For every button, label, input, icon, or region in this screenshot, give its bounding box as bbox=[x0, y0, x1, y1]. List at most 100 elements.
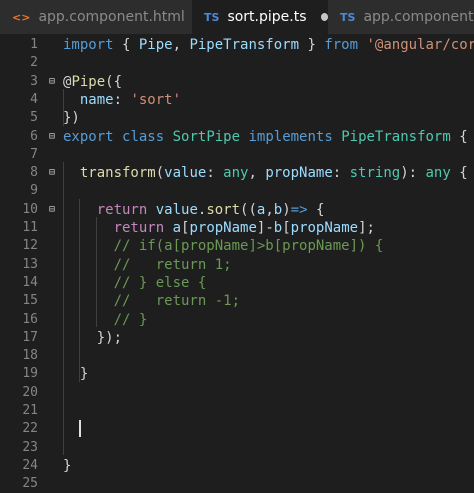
code-token: transform bbox=[79, 165, 156, 182]
code-token: any bbox=[425, 165, 451, 182]
code-line[interactable]: 11 return a[propName]-b[propName]; bbox=[0, 219, 474, 237]
code-token: { bbox=[450, 128, 468, 145]
code-line[interactable]: 18 bbox=[0, 347, 474, 365]
code-line[interactable]: 3 ⊟ @Pipe({ bbox=[0, 73, 474, 91]
code-token: implements bbox=[248, 128, 333, 145]
code-text: return a[propName]-b[propName]; bbox=[63, 219, 375, 237]
code-line[interactable]: 21 bbox=[0, 402, 474, 420]
code-line[interactable]: 2 bbox=[0, 54, 474, 72]
tab-app-component-ts[interactable]: TS app.component.ts bbox=[328, 0, 474, 34]
code-text: }); bbox=[63, 329, 122, 347]
code-token: } bbox=[79, 366, 89, 383]
line-number: 13 bbox=[22, 256, 38, 272]
line-number: 2 bbox=[30, 55, 38, 71]
code-token: }); bbox=[96, 329, 123, 346]
code-token: return bbox=[96, 201, 148, 218]
fold-toggle-icon[interactable]: ⊟ bbox=[46, 201, 58, 219]
code-token: PipeTransform bbox=[189, 37, 300, 53]
code-text: transform(value: any, propName: string):… bbox=[63, 164, 468, 182]
line-number: 7 bbox=[30, 146, 38, 162]
code-line[interactable]: 17 }); bbox=[0, 329, 474, 347]
unsaved-changes-dot-icon[interactable] bbox=[320, 13, 328, 21]
code-line[interactable]: 1 import { Pipe, PipeTransform } from '@a… bbox=[0, 36, 474, 54]
tab-app-component-html[interactable]: <> app.component.html bbox=[0, 0, 192, 34]
line-number: 20 bbox=[22, 384, 38, 400]
code-line[interactable]: 9 bbox=[0, 182, 474, 200]
code-token: [ bbox=[282, 220, 291, 236]
code-token: propName bbox=[290, 220, 359, 236]
code-token: import bbox=[63, 37, 114, 53]
line-number: 22 bbox=[22, 421, 38, 437]
line-number: 23 bbox=[22, 439, 38, 455]
code-text: return value.sort((a,b)=> { bbox=[63, 201, 325, 219]
code-token: : bbox=[113, 91, 131, 108]
code-line[interactable]: 19 } bbox=[0, 365, 474, 383]
code-line[interactable]: 16 // } bbox=[0, 311, 474, 329]
code-line[interactable]: 13 // return 1; bbox=[0, 256, 474, 274]
line-number: 16 bbox=[22, 311, 38, 327]
tab-label: app.component.ts bbox=[363, 9, 474, 25]
line-number: 24 bbox=[22, 457, 38, 473]
text-cursor bbox=[79, 420, 81, 438]
code-line[interactable]: 10 ⊟ return value.sort((a,b)=> { bbox=[0, 201, 474, 219]
code-token: value bbox=[164, 165, 207, 182]
code-token: => bbox=[290, 201, 308, 218]
code-token: from bbox=[324, 37, 359, 53]
line-number: 17 bbox=[22, 329, 38, 345]
line-number: 14 bbox=[22, 274, 38, 290]
fold-toggle-icon[interactable]: ⊟ bbox=[46, 73, 58, 91]
code-line[interactable]: 22 bbox=[0, 420, 474, 438]
code-text: } bbox=[63, 365, 88, 383]
line-number: 18 bbox=[22, 348, 38, 364]
code-line[interactable]: 25 bbox=[0, 475, 474, 493]
code-token: , bbox=[172, 37, 190, 53]
code-line[interactable]: 5}) bbox=[0, 109, 474, 127]
code-token: // return 1; bbox=[113, 256, 232, 273]
tab-sort-pipe-ts[interactable]: TS sort.pipe.ts bbox=[192, 0, 328, 34]
code-token: b bbox=[273, 201, 283, 218]
code-token: Pipe bbox=[71, 73, 106, 90]
code-token: b bbox=[273, 220, 283, 236]
fold-toggle-icon[interactable]: ⊟ bbox=[46, 128, 58, 146]
code-line[interactable]: 14 // } else { bbox=[0, 274, 474, 292]
code-text: }) bbox=[63, 109, 80, 127]
code-line[interactable]: 24} bbox=[0, 457, 474, 475]
code-line[interactable]: 23 bbox=[0, 439, 474, 457]
code-token: } bbox=[63, 457, 72, 474]
code-token: ({ bbox=[105, 73, 123, 90]
code-line[interactable]: 6 ⊟ export class SortPipe implements PipeT… bbox=[0, 128, 474, 146]
code-token: ( bbox=[155, 165, 165, 182]
code-token: name bbox=[79, 91, 114, 108]
code-line[interactable]: 20 bbox=[0, 384, 474, 402]
typescript-file-icon: TS bbox=[340, 10, 356, 24]
code-token: // return -1; bbox=[113, 293, 241, 310]
line-number: 19 bbox=[22, 366, 38, 382]
code-token: export bbox=[63, 128, 114, 145]
code-line[interactable]: 4 name: 'sort' bbox=[0, 91, 474, 109]
code-text: // } else { bbox=[63, 274, 207, 292]
code-token: // } bbox=[113, 311, 148, 328]
code-editor[interactable]: 1 import { Pipe, PipeTransform } from '@a… bbox=[0, 34, 474, 493]
code-token: value bbox=[155, 201, 198, 218]
code-token: // if(a[propName]>b[propName]) { bbox=[113, 238, 384, 255]
code-line[interactable]: 7 bbox=[0, 146, 474, 164]
line-number: 5 bbox=[30, 110, 38, 126]
code-line[interactable]: 8 ⊟ transform(value: any, propName: strin… bbox=[0, 164, 474, 182]
code-token: (( bbox=[240, 201, 257, 218]
code-line[interactable]: 15 // return -1; bbox=[0, 292, 474, 310]
code-line[interactable]: 12 // if(a[propName]>b[propName]) { bbox=[0, 237, 474, 255]
code-token: Pipe bbox=[138, 37, 173, 53]
editor-tab-bar: <> app.component.html TS sort.pipe.ts TS… bbox=[0, 0, 474, 35]
fold-toggle-icon[interactable]: ⊟ bbox=[46, 164, 58, 182]
code-token: any bbox=[223, 165, 249, 182]
code-token: sort bbox=[206, 201, 241, 218]
code-text: // } bbox=[63, 311, 148, 329]
code-token: propName bbox=[189, 220, 257, 236]
